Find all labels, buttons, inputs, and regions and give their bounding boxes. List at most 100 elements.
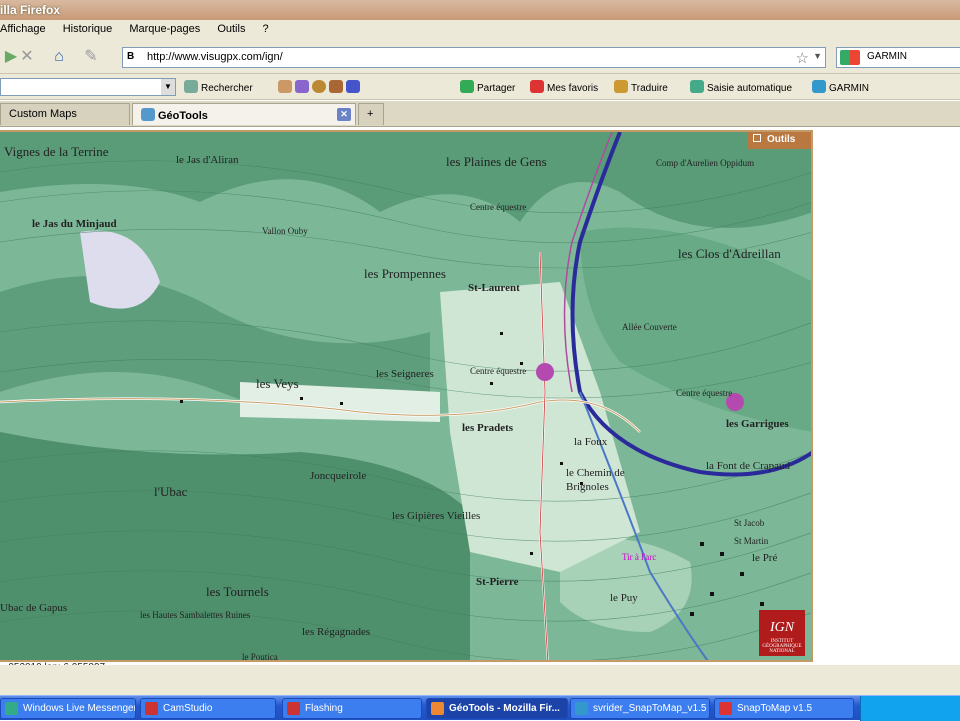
map-label: les Hautes Sambalettes Ruines (140, 610, 251, 620)
ball-icon (312, 80, 326, 93)
settings-icon[interactable]: ✎ (80, 46, 102, 68)
map-label: les Seigneres (376, 368, 434, 380)
map-label: les Garrigues (726, 418, 789, 430)
menu-bar: Affichage Historique Marque-pages Outils… (0, 20, 960, 40)
window-title-bar: illa Firefox (0, 0, 960, 20)
map-label: le Poutica (242, 652, 278, 662)
map-label: Vignes de la Terrine (4, 144, 109, 159)
toolbar-icon-group[interactable] (278, 80, 363, 94)
map-label: le Jas du Minjaud (32, 218, 117, 230)
search-engine-icon[interactable] (840, 50, 860, 65)
folder-icon (575, 702, 588, 715)
map-label: les Tournels (206, 584, 269, 599)
url-dropdown-icon[interactable]: ▼ (813, 51, 822, 61)
tab-bar: Custom Maps GéoTools ✕ + (0, 101, 960, 127)
map-label: le Pré (752, 552, 778, 564)
toolbar-traduire[interactable]: Traduire (614, 80, 668, 94)
page-content: Vignes de la Terrine le Jas d'Aliran les… (0, 127, 960, 673)
toolbar-garmin[interactable]: GARMIN (812, 80, 869, 94)
menu-outils[interactable]: Outils (217, 23, 245, 35)
task-messenger[interactable]: Windows Live Messenger (0, 698, 136, 719)
map-label: le Jas d'Aliran (176, 154, 239, 166)
autofill-icon (690, 80, 704, 93)
bookmark-star-icon[interactable]: ☆ (796, 49, 809, 67)
burger-icon (329, 80, 343, 93)
tab-favicon (141, 108, 155, 121)
map-label: les Régagnades (302, 626, 371, 638)
home-icon[interactable]: ⌂ (48, 46, 70, 68)
map-label: St-Pierre (476, 576, 519, 588)
map-label: la Font de Crapaud (706, 460, 791, 472)
toolbar-partager[interactable]: Partager (460, 80, 515, 94)
map-label: les Clos d'Adreillan (678, 246, 781, 261)
star-icon (530, 80, 544, 93)
system-tray (860, 696, 960, 721)
outils-button[interactable]: Outils (747, 132, 811, 149)
status-area (0, 665, 960, 695)
map-label: les Pradets (462, 422, 514, 434)
map-label: Centre équestre (676, 388, 733, 398)
task-firefox[interactable]: GéoTools - Mozilla Fir... (426, 698, 568, 719)
map-label: Centre équestre (470, 202, 527, 212)
tab-geotools[interactable]: GéoTools ✕ (132, 103, 356, 125)
toolbar-mes-favoris[interactable]: Mes favoris (530, 80, 598, 94)
taskbar: Windows Live Messenger CamStudio Flashin… (0, 695, 960, 721)
toolbar-search-button[interactable]: Rechercher (184, 80, 253, 94)
task-svrider[interactable]: svrider_SnapToMap_v1.5 (570, 698, 710, 719)
map-label: les Gipières Vieilles (392, 510, 481, 522)
map-label: Tir à l'arc (622, 552, 657, 562)
map-label: les Plaines de Gens (446, 154, 547, 169)
toolbar-saisie[interactable]: Saisie automatique (690, 80, 792, 94)
garmin-icon (812, 80, 826, 93)
new-tab-button[interactable]: + (358, 103, 384, 125)
search-engine-label: GARMIN (867, 51, 907, 62)
map-label: St-Laurent (468, 282, 520, 294)
puzzle-icon (278, 80, 292, 93)
map-label: St Martin (734, 536, 769, 546)
expand-icon (753, 134, 761, 142)
map-label: la Foux (574, 436, 608, 448)
map-label: Allée Couverte (622, 322, 677, 332)
menu-affichage[interactable]: Affichage (0, 23, 46, 35)
map-label: Ubac de Gapus (0, 602, 68, 614)
url-text: http://www.visugpx.com/ign/ (147, 51, 283, 63)
camstudio-icon (287, 702, 300, 715)
map-label: St Jacob (734, 518, 765, 528)
task-camstudio[interactable]: CamStudio (140, 698, 276, 719)
app-icon (719, 702, 732, 715)
map-label: les Veys (256, 376, 299, 391)
map-label: le Chemin de Brignoles (566, 467, 625, 493)
firefox-icon (431, 702, 444, 715)
translate-icon (614, 80, 628, 93)
share-icon (460, 80, 474, 93)
map-label: le Puy (610, 592, 638, 604)
map-label: Comp d'Aurelien Oppidum (656, 158, 755, 168)
close-tab-icon[interactable]: ✕ (337, 108, 351, 121)
mail-icon (346, 80, 360, 93)
ign-logo: IGN INSTITUT GÉOGRAPHIQUE NATIONAL (759, 610, 805, 656)
site-favicon: B (127, 51, 135, 62)
map-label: Centre équestre (470, 366, 527, 376)
url-bar[interactable]: B http://www.visugpx.com/ign/ ☆ ▼ (122, 47, 826, 68)
extension-toolbar: ▼ Rechercher Partager Mes favoris Tradui… (0, 74, 960, 100)
task-snaptomap[interactable]: SnapToMap v1.5 (714, 698, 854, 719)
menu-marque-pages[interactable]: Marque-pages (129, 23, 200, 35)
planet-icon (295, 80, 309, 93)
task-flashing[interactable]: Flashing (282, 698, 422, 719)
toolbar-search-select[interactable]: ▼ (0, 78, 176, 96)
window-title: illa Firefox (0, 3, 61, 17)
map-label: Joncqueirole (310, 470, 367, 482)
ign-map[interactable]: Vignes de la Terrine le Jas d'Aliran les… (0, 130, 813, 662)
menu-historique[interactable]: Historique (63, 23, 113, 35)
map-label: Vallon Ouby (262, 226, 308, 236)
menu-help[interactable]: ? (263, 23, 269, 35)
messenger-icon (5, 702, 18, 715)
map-label: les Prompennes (364, 266, 446, 281)
stop-icon[interactable]: ✕ (16, 46, 38, 68)
search-box[interactable]: GARMIN (836, 47, 960, 68)
binoculars-icon (184, 80, 198, 93)
tab-custom-maps[interactable]: Custom Maps (0, 103, 130, 125)
map-label: l'Ubac (154, 484, 188, 499)
navigation-bar: ▶ ✕ ⌂ ✎ B http://www.visugpx.com/ign/ ☆ … (0, 40, 960, 74)
select-arrow-icon[interactable]: ▼ (161, 79, 175, 95)
